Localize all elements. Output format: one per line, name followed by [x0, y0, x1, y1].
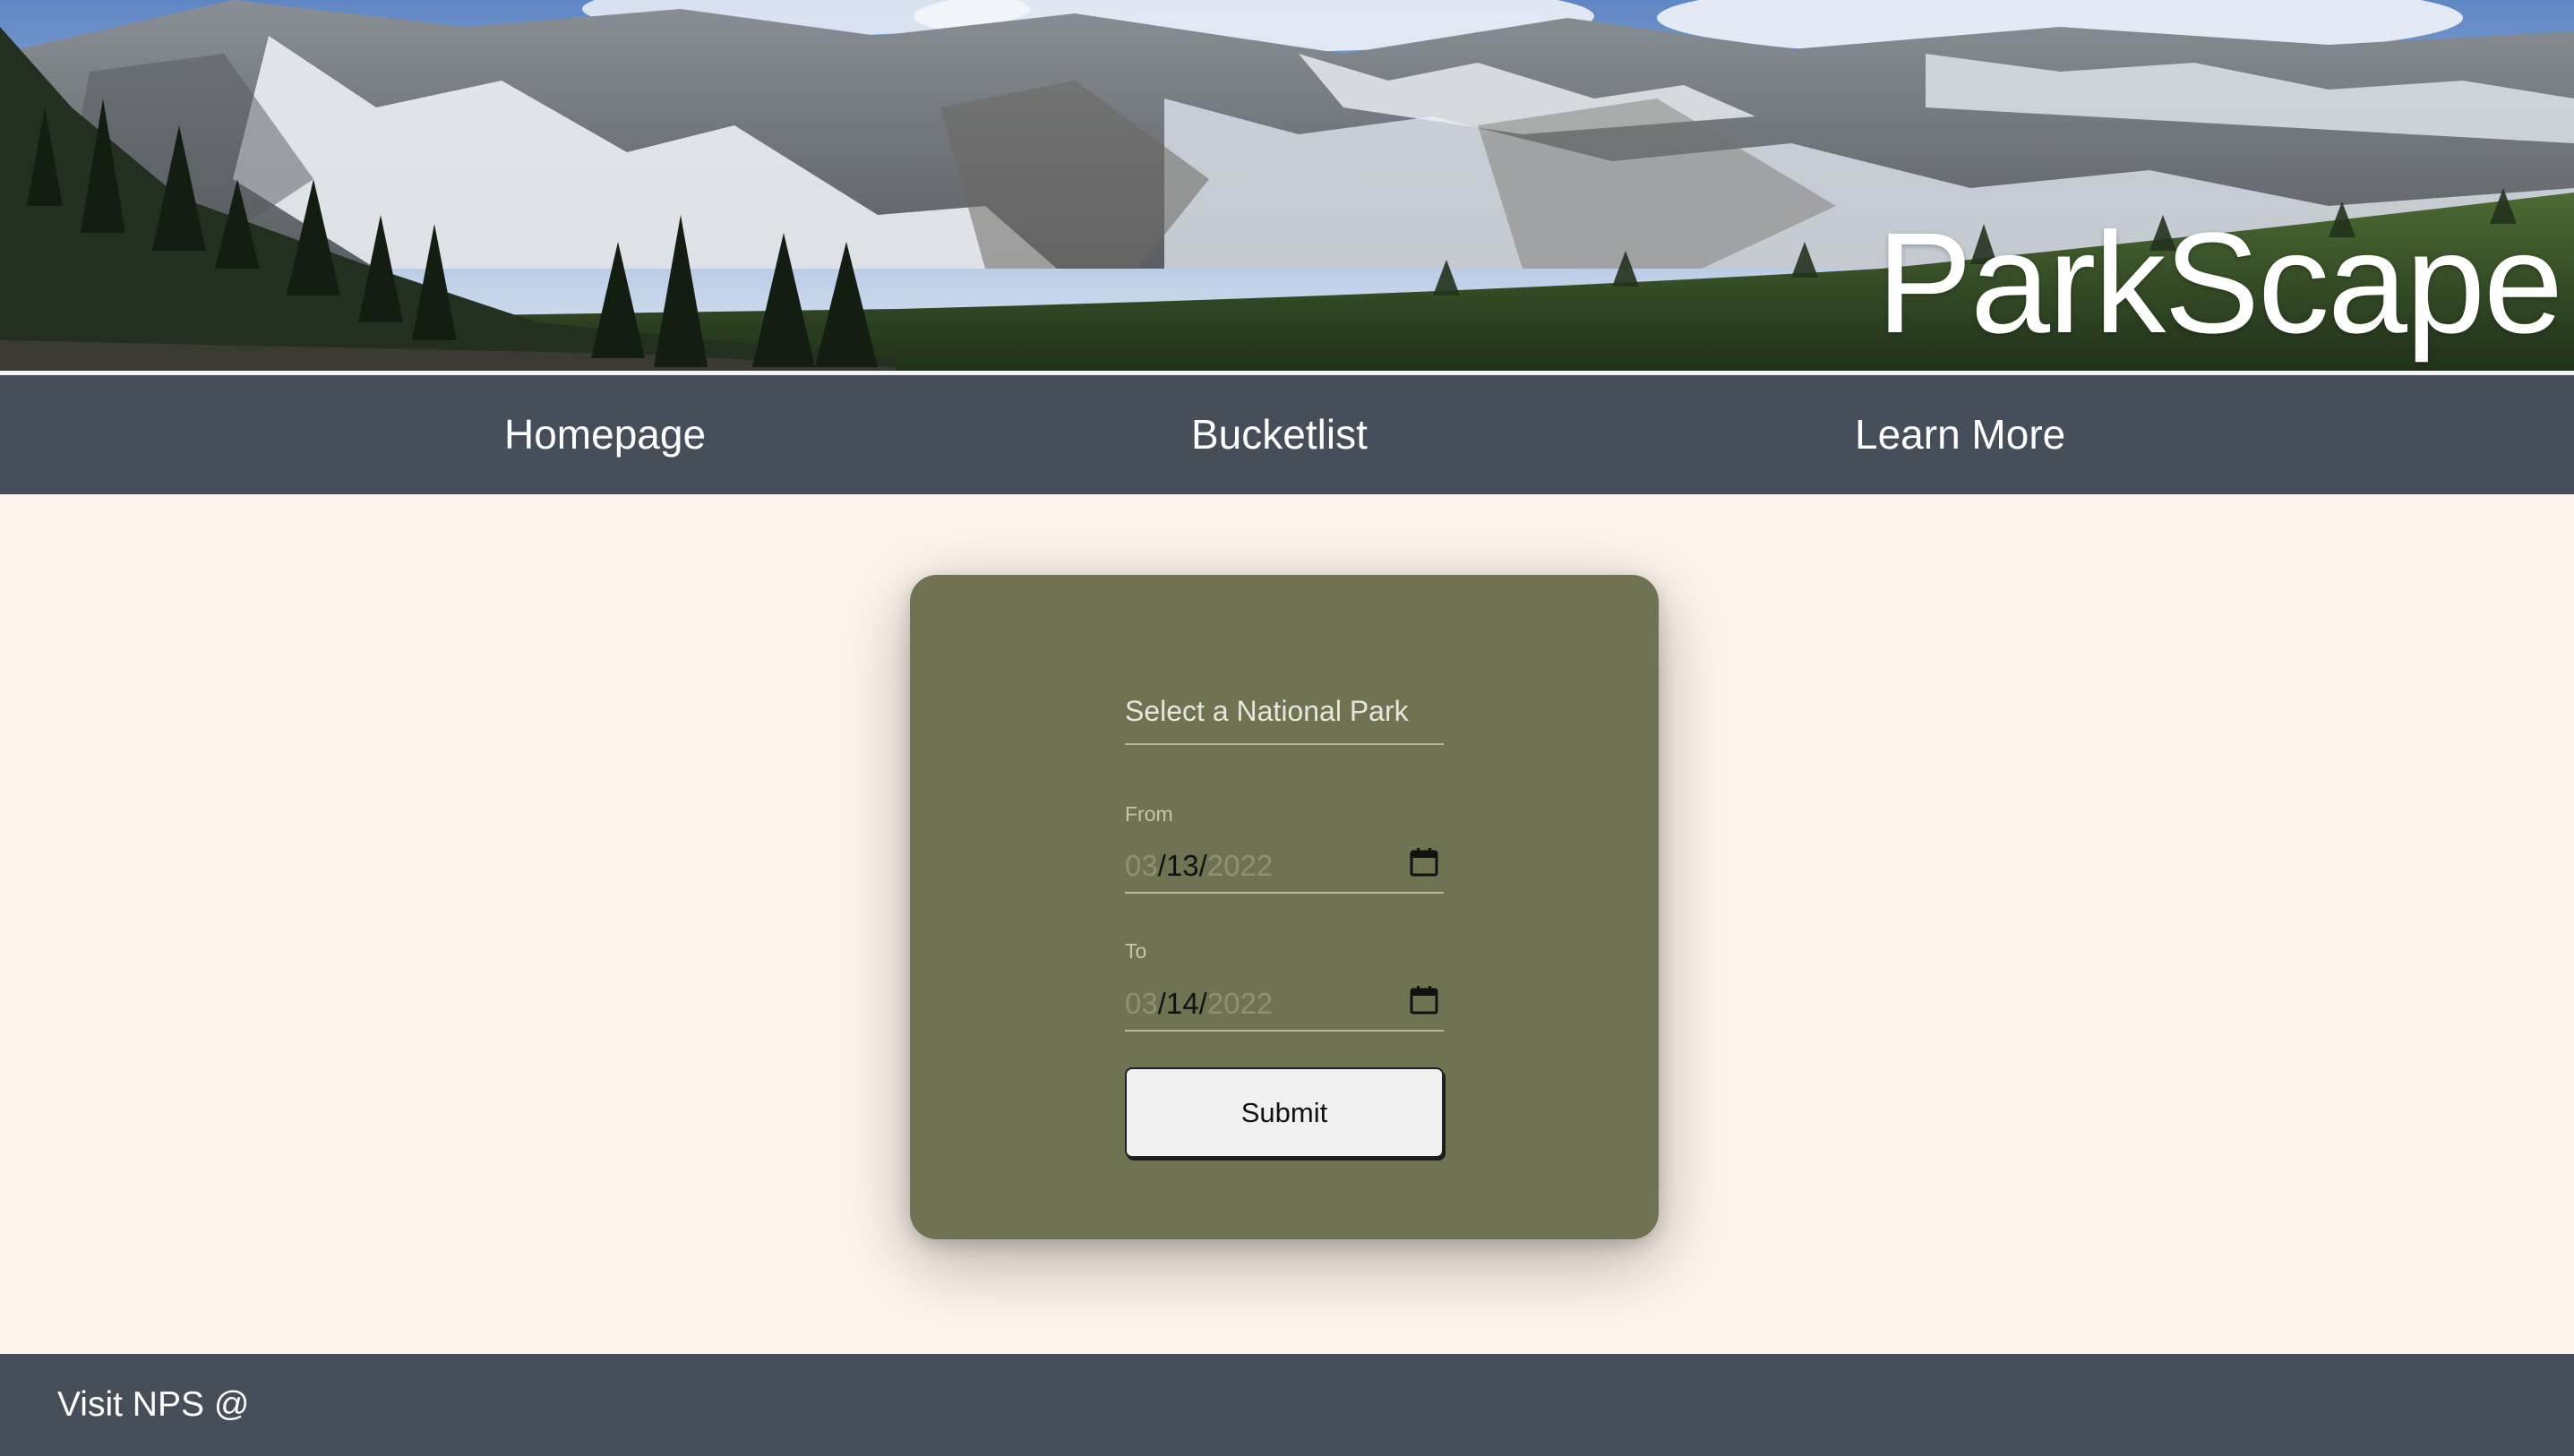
- from-date-input[interactable]: 03/13/2022: [1125, 836, 1444, 894]
- main-navbar: Homepage Bucketlist Learn More: [0, 375, 2574, 494]
- hero-banner: ParkScape: [0, 0, 2574, 373]
- from-day-segment[interactable]: 13: [1166, 849, 1199, 882]
- footer-nps-link[interactable]: Visit NPS @: [57, 1354, 249, 1456]
- to-day-segment[interactable]: 14: [1166, 987, 1199, 1020]
- nav-link-homepage[interactable]: Homepage: [504, 375, 706, 494]
- to-month-segment[interactable]: 03: [1125, 987, 1158, 1020]
- footer: Visit NPS @: [0, 1354, 2574, 1456]
- calendar-icon[interactable]: [1410, 985, 1438, 1015]
- calendar-icon[interactable]: [1410, 847, 1438, 878]
- to-separator-2: /: [1198, 987, 1207, 1020]
- from-date-label: From: [1125, 802, 1173, 826]
- from-date-value: 03/13/2022: [1125, 849, 1273, 883]
- to-separator-1: /: [1157, 987, 1166, 1020]
- submit-button[interactable]: Submit: [1125, 1067, 1444, 1158]
- from-separator-2: /: [1198, 849, 1207, 882]
- to-date-value: 03/14/2022: [1125, 987, 1273, 1021]
- page: ParkScape Homepage Bucketlist Learn More…: [0, 0, 2574, 1456]
- from-month-segment[interactable]: 03: [1125, 849, 1158, 882]
- national-park-select[interactable]: Select a National Park: [1125, 673, 1444, 745]
- trip-form-card: Select a National Park From 03/13/2022 T…: [910, 575, 1659, 1239]
- nav-link-bucketlist[interactable]: Bucketlist: [1191, 375, 1368, 494]
- from-year-segment[interactable]: 2022: [1207, 849, 1273, 882]
- from-separator-1: /: [1157, 849, 1166, 882]
- to-date-label: To: [1125, 939, 1147, 963]
- to-date-input[interactable]: 03/14/2022: [1125, 974, 1444, 1032]
- park-select-placeholder: Select a National Park: [1125, 695, 1409, 727]
- to-year-segment[interactable]: 2022: [1207, 987, 1273, 1020]
- nav-link-learn-more[interactable]: Learn More: [1855, 375, 2065, 494]
- site-title: ParkScape: [1876, 202, 2563, 363]
